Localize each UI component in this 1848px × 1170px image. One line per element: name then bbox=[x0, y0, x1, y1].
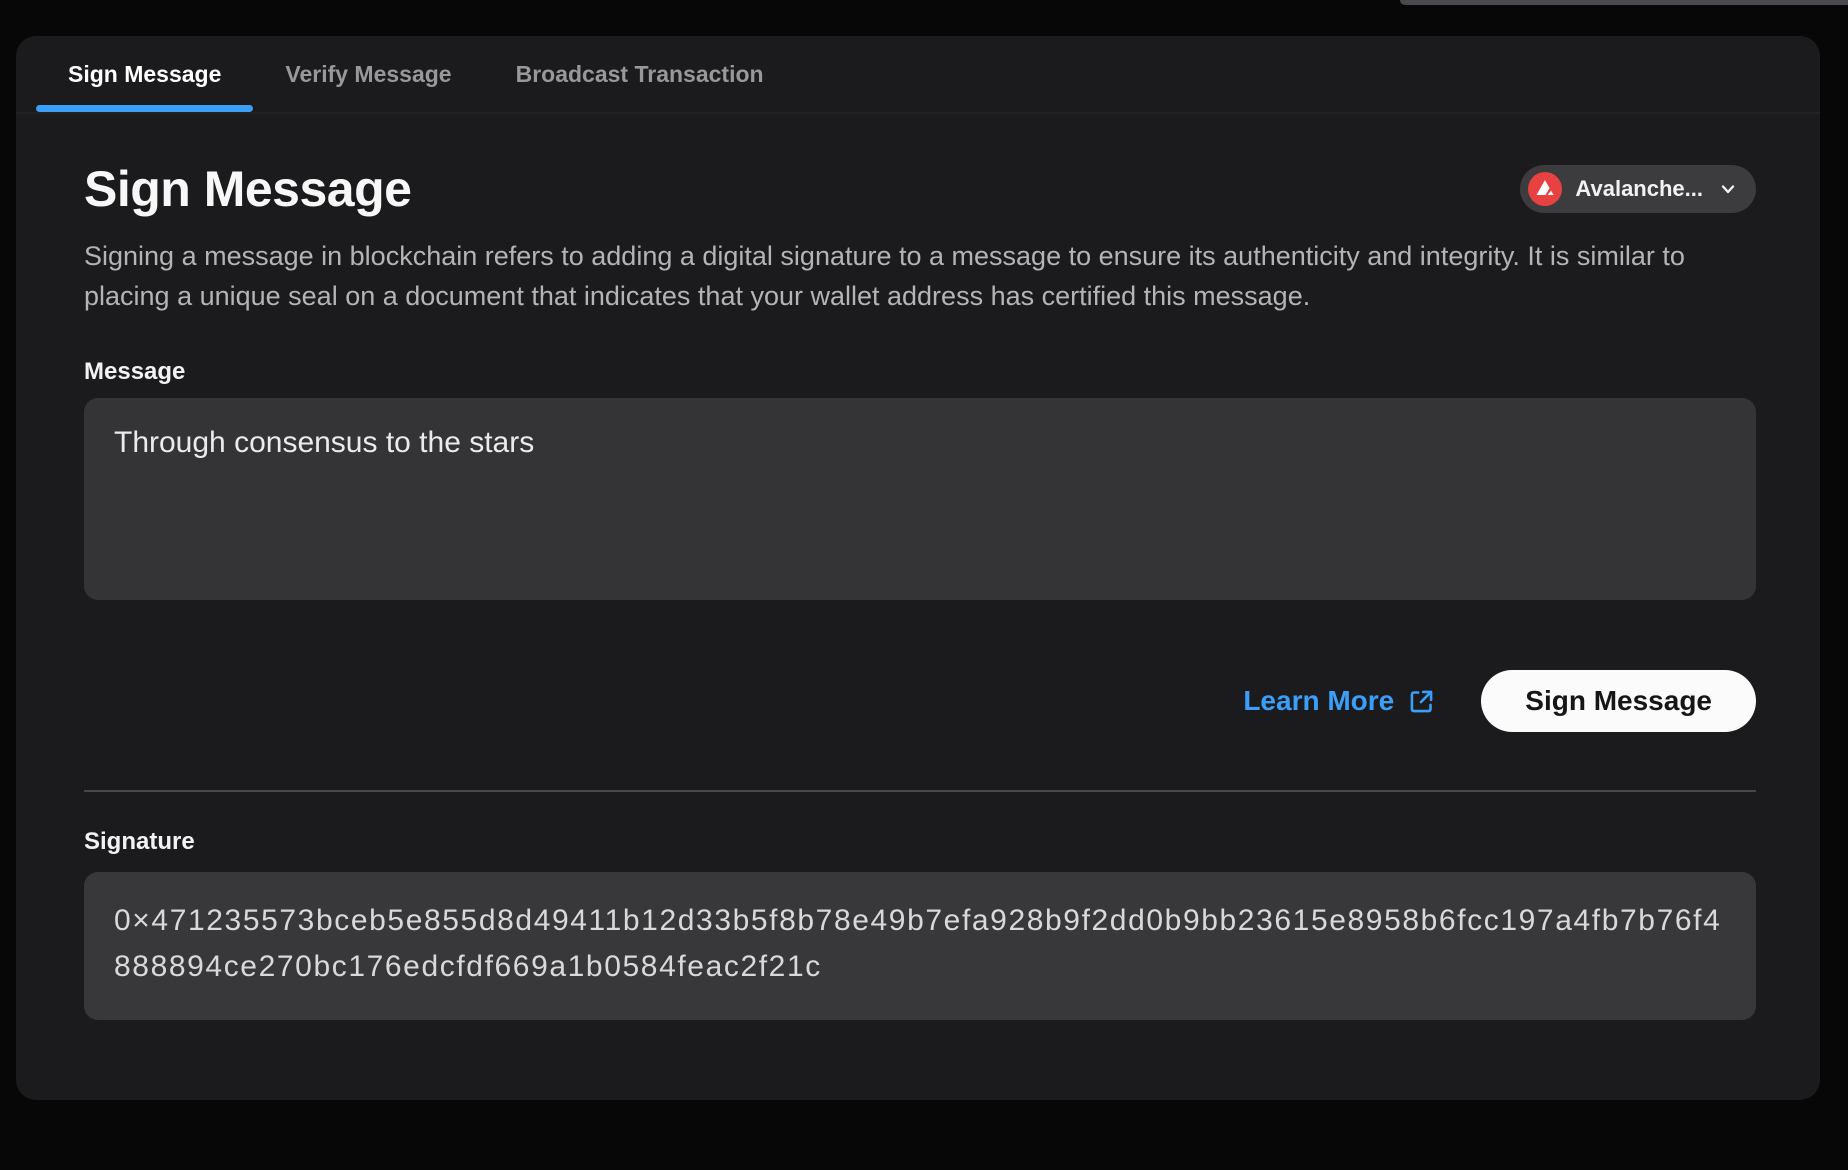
external-link-icon bbox=[1408, 688, 1435, 715]
tab-label: Sign Message bbox=[68, 61, 221, 88]
header-row: Sign Message Avalanche... bbox=[84, 160, 1756, 218]
active-tab-indicator bbox=[36, 105, 253, 112]
message-label: Message bbox=[84, 358, 1756, 386]
signature-label: Signature bbox=[84, 828, 1756, 856]
signature-output: 0×471235573bceb5e855d8d49411b12d33b5f8b7… bbox=[84, 872, 1756, 1020]
tab-label: Broadcast Transaction bbox=[516, 61, 764, 88]
section-divider bbox=[84, 790, 1756, 792]
tabbar: Sign Message Verify Message Broadcast Tr… bbox=[16, 36, 1820, 114]
sign-message-card: Sign Message Verify Message Broadcast Tr… bbox=[16, 36, 1820, 1100]
tab-verify-message[interactable]: Verify Message bbox=[253, 36, 483, 112]
avalanche-logo-icon bbox=[1528, 172, 1562, 206]
message-input[interactable]: Through consensus to the stars bbox=[84, 398, 1756, 600]
actions-row: Learn More Sign Message bbox=[84, 670, 1756, 732]
card-content: Sign Message Avalanche... Signing a mess… bbox=[16, 114, 1820, 1020]
chevron-down-icon bbox=[1718, 179, 1738, 199]
tab-sign-message[interactable]: Sign Message bbox=[36, 36, 253, 112]
page-description: Signing a message in blockchain refers t… bbox=[84, 236, 1756, 316]
learn-more-link[interactable]: Learn More bbox=[1243, 685, 1435, 717]
tab-label: Verify Message bbox=[285, 61, 451, 88]
tab-broadcast-transaction[interactable]: Broadcast Transaction bbox=[484, 36, 796, 112]
network-name: Avalanche... bbox=[1575, 176, 1703, 202]
overlapping-window-edge bbox=[1400, 0, 1848, 5]
network-selector-dropdown[interactable]: Avalanche... bbox=[1520, 165, 1756, 213]
sign-message-button[interactable]: Sign Message bbox=[1481, 670, 1756, 732]
page-title: Sign Message bbox=[84, 160, 411, 218]
learn-more-label: Learn More bbox=[1243, 685, 1394, 717]
